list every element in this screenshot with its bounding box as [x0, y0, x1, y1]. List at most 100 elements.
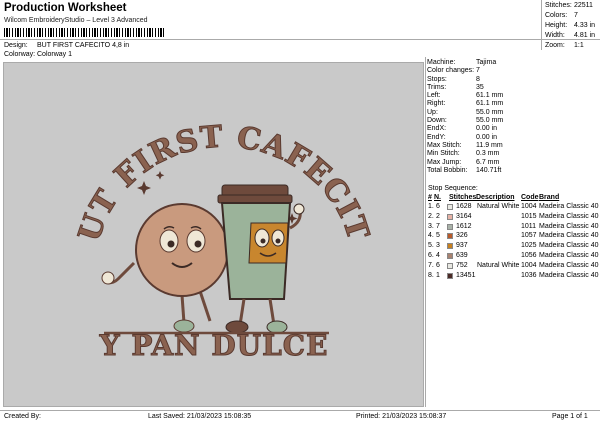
info-label: Left: [427, 92, 441, 100]
cell-n: 6 [436, 261, 440, 269]
info-value: 11.9 mm [476, 141, 503, 149]
cell-brand: Madeira Classic 40 [539, 232, 599, 240]
cell-code: 1025 [521, 242, 537, 250]
barcode [4, 28, 164, 37]
info-value: 7 [476, 67, 480, 75]
cell-num: 8. [428, 271, 434, 279]
cell-code: 1004 [521, 203, 537, 210]
cell-n: 2 [436, 212, 440, 220]
table-row: 4. 5 326 1057 Madeira Classic 40 [428, 232, 600, 242]
design-row: Design: BUT FIRST CAFECITO 4,8 in [4, 42, 304, 51]
info-label: Up: [427, 108, 438, 116]
cell-code: 1057 [521, 232, 537, 240]
stat-label: Width: [545, 32, 565, 39]
header-brand: Brand [539, 194, 560, 201]
cell-n: 3 [436, 242, 440, 250]
divider [0, 39, 600, 40]
info-value: 61.1 mm [476, 92, 504, 100]
info-row: Color changes: 7 [427, 67, 600, 75]
cell-code: 1036 [521, 271, 537, 279]
info-value: 55.0 mm [476, 117, 504, 125]
info-value: 8 [476, 75, 480, 83]
table-row: 3. 7 1612 1011 Madeira Classic 40 [428, 223, 600, 233]
pan-dulce-character [101, 203, 229, 333]
cell-stitches: 639 [456, 252, 468, 259]
cell-num: 1. [428, 203, 434, 210]
cell-stitches: 3164 [456, 212, 472, 220]
design-name: BUT FIRST CAFECITO 4,8 in [37, 42, 130, 49]
color-swatch [447, 223, 453, 230]
info-row: Max Stitch: 11.9 mm [427, 142, 600, 150]
info-value: 0.00 in [476, 133, 498, 141]
info-label: EndY: [427, 133, 446, 141]
info-value: 35 [476, 83, 484, 91]
info-value: 55.0 mm [476, 108, 504, 116]
coffee-cup-character [217, 184, 305, 334]
design-label: Design: [4, 42, 28, 49]
info-value: 0.3 mm [476, 150, 500, 158]
info-value: Tajima [476, 59, 497, 66]
software-name: Wilcom EmbroideryStudio – Level 3 Advanc… [4, 17, 148, 24]
color-swatch [447, 243, 453, 250]
info-row: Right: 61.1 mm [427, 100, 600, 108]
stat-label: Stitches: [545, 2, 572, 9]
cell-description: Natural White [477, 261, 520, 269]
info-row: Max Jump: 6.7 mm [427, 159, 600, 167]
design-preview: BUT FIRST CAFECITO [0, 36, 424, 407]
cell-code: 1011 [521, 222, 537, 230]
cell-num: 7. [428, 261, 434, 269]
cell-num: 2. [428, 212, 434, 220]
stat-value: 7 [574, 12, 578, 19]
table-row: 5. 3 937 1025 Madeira Classic 40 [428, 242, 600, 252]
stat-label: Height: [545, 22, 568, 29]
cell-num: 4. [428, 232, 434, 240]
cell-stitches: 1628 [456, 203, 472, 210]
table-row: 1. 6 1628 Natural White 1004 Madeira Classic … [428, 203, 600, 213]
color-swatch [447, 272, 453, 279]
info-row: EndX: 0.00 in [427, 125, 600, 133]
divider [0, 410, 600, 411]
page-number: Page 1 of 1 [552, 413, 588, 420]
info-value: 140.71ft [476, 166, 502, 174]
stat-value: 4.81 in [574, 32, 596, 39]
stat-label: Colors: [545, 12, 568, 19]
info-row: Machine: Tajima [427, 59, 600, 67]
cell-brand: Madeira Classic 40 [539, 242, 599, 250]
cell-n: 1 [436, 271, 440, 279]
cell-brand: Madeira Classic 40 [539, 203, 599, 210]
stats-panel: Stitches: 22511 Colors: 7 Height: 4.33 in W… [545, 2, 600, 52]
info-row: Total Bobbin: 140.71ft [427, 167, 600, 175]
header-stitches: Stitches [449, 194, 477, 201]
header-description: Description [476, 194, 515, 201]
info-label: Down: [427, 117, 447, 125]
cell-n: 6 [436, 203, 440, 210]
color-swatch [447, 233, 453, 240]
table-row: 2. 2 3164 1015 Madeira Classic 40 [428, 213, 600, 223]
header-code: Code [521, 194, 539, 201]
info-value: 0.00 in [476, 125, 498, 133]
info-label: Max Jump: [427, 158, 462, 166]
cell-num: 3. [428, 222, 434, 230]
stat-row: Colors: 7 [545, 12, 600, 22]
cell-n: 4 [436, 252, 440, 259]
cell-code: 1015 [521, 212, 537, 220]
cell-num: 6. [428, 252, 434, 259]
info-label: Max Stitch: [427, 141, 462, 149]
cell-stitches: 937 [456, 242, 468, 250]
cell-stitches: 752 [456, 261, 468, 269]
colorway-label: Colorway: [4, 51, 36, 58]
cell-brand: Madeira Classic 40 [539, 261, 599, 269]
embroidery-design-illustration: BUT FIRST CAFECITO [0, 36, 375, 363]
stat-row: Zoom: 1:1 [545, 42, 600, 52]
printed-date: Printed: 21/03/2023 15:08:37 [356, 413, 447, 420]
stat-row: Stitches: 22511 [545, 2, 600, 12]
stat-value: 1:1 [574, 42, 584, 49]
info-label: Machine: [427, 59, 456, 66]
cell-description: Natural White [477, 203, 520, 210]
stat-label: Zoom: [545, 42, 565, 49]
colorway-row: Colorway: Colorway 1 [4, 51, 304, 60]
cell-code: 1056 [521, 252, 537, 259]
cell-brand: Madeira Classic 40 [539, 252, 599, 259]
info-label: Total Bobbin: [427, 166, 468, 174]
created-by: Created By: [4, 413, 41, 420]
